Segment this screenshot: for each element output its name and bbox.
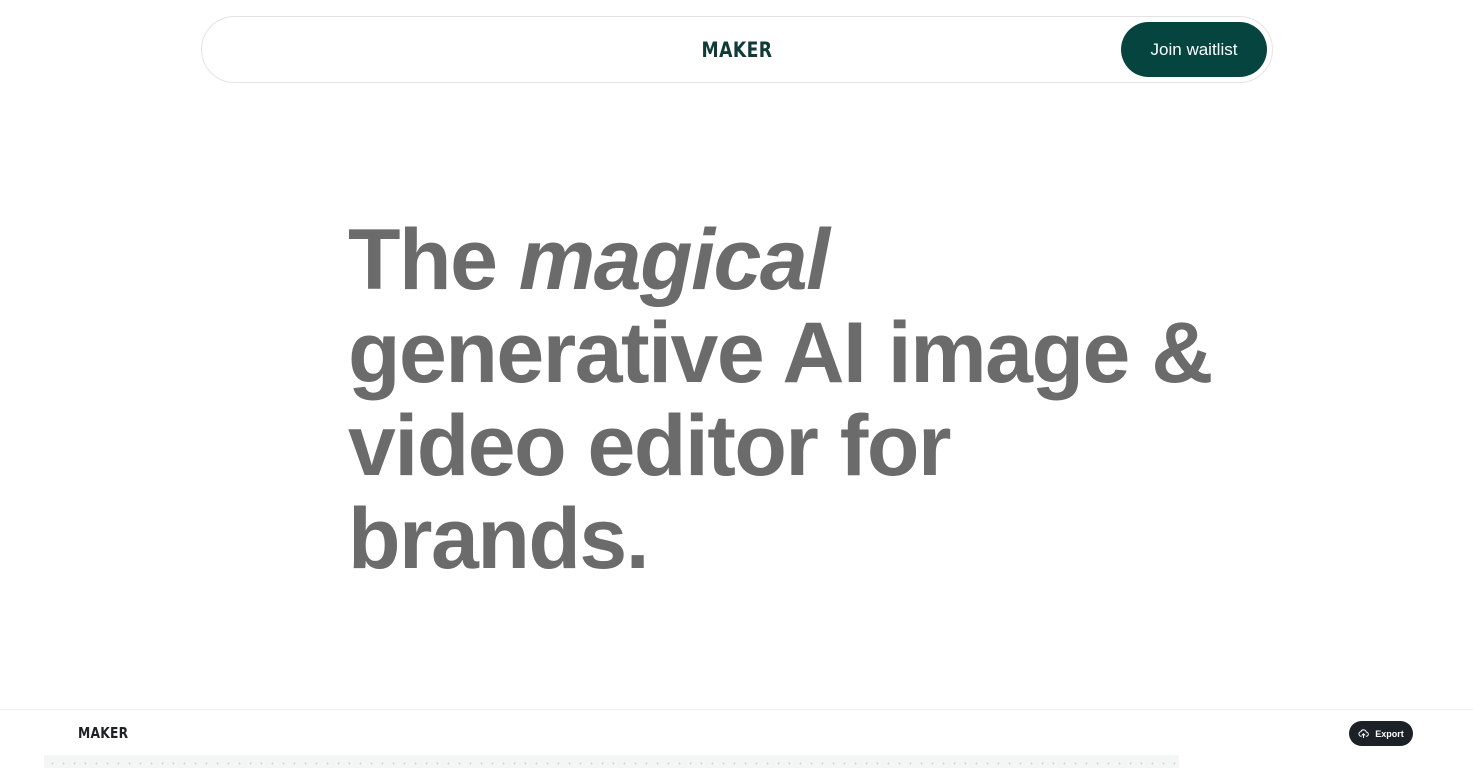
app-preview-logo: MAKER xyxy=(78,724,129,742)
hero-line-1: The magical xyxy=(348,214,1228,307)
join-waitlist-button[interactable]: Join waitlist xyxy=(1121,22,1267,77)
top-navigation: MAKER Join waitlist xyxy=(201,16,1273,83)
hero-line-3: video editor for xyxy=(348,398,951,494)
cloud-upload-icon xyxy=(1358,729,1370,739)
hero-line-2: generative AI image & xyxy=(348,305,1213,401)
hero-headline: The magical generative AI image & video … xyxy=(348,214,1228,586)
canvas-area[interactable] xyxy=(44,755,1179,768)
hero-emphasis: magical xyxy=(518,212,830,308)
maker-logo[interactable]: MAKER xyxy=(702,38,773,62)
hero-line-4: brands. xyxy=(348,491,650,587)
export-label: Export xyxy=(1375,728,1404,739)
hero-line-1-text: The xyxy=(348,212,519,308)
export-button[interactable]: Export xyxy=(1349,721,1413,746)
app-preview-toolbar: MAKER Export xyxy=(0,709,1473,768)
